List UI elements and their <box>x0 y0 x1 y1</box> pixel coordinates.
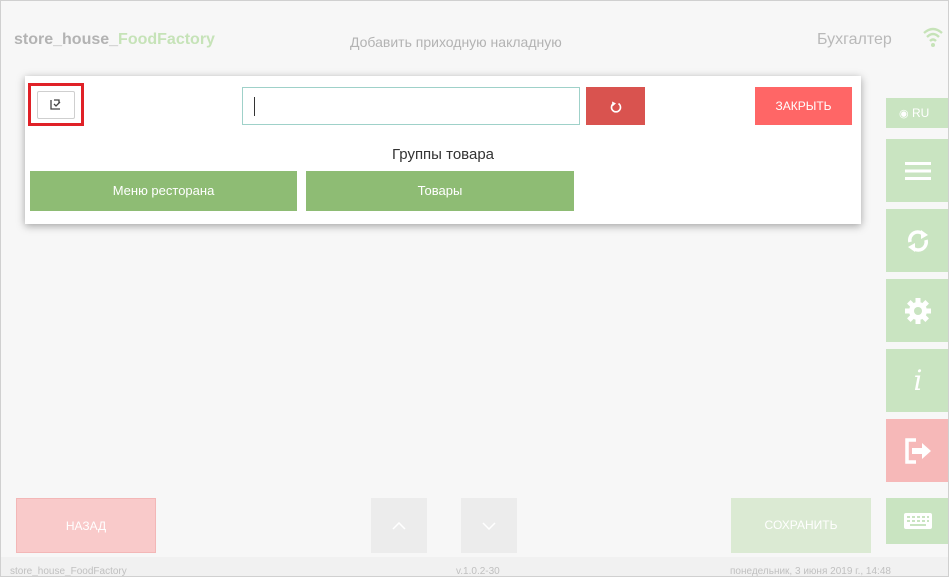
app-window: store_house_FoodFactory Добавить приходн… <box>0 0 949 577</box>
menu-button[interactable] <box>886 139 948 202</box>
multi-select-button[interactable] <box>37 91 75 119</box>
group-button-restaurant-menu[interactable]: Меню ресторана <box>30 171 297 211</box>
chevron-up-icon <box>392 521 406 530</box>
product-groups-dialog: ЗАКРЫТЬ Группы товара Меню ресторана Тов… <box>25 76 861 224</box>
page-title: Добавить приходную накладную <box>350 34 562 50</box>
close-button[interactable]: ЗАКРЫТЬ <box>755 87 852 125</box>
info-icon: i <box>913 364 923 397</box>
chevron-down-icon <box>482 521 496 530</box>
header: store_house_FoodFactory Добавить приходн… <box>1 1 948 71</box>
logout-button[interactable] <box>886 419 948 482</box>
wifi-icon <box>923 27 943 47</box>
status-footer: store_house_FoodFactory v.1.0.2-30 понед… <box>1 557 948 577</box>
scroll-down-button[interactable] <box>461 498 517 553</box>
language-label: RU <box>911 106 930 120</box>
reset-icon <box>610 101 621 113</box>
info-button[interactable]: i <box>886 349 948 412</box>
app-name-accent: FoodFactory <box>118 31 215 48</box>
checklist-icon <box>50 99 61 110</box>
groups-title: Группы товара <box>391 146 495 163</box>
text-cursor <box>254 97 255 116</box>
app-name-main: store_house_ <box>14 31 119 48</box>
footer-version: v.1.0.2-30 <box>456 566 500 577</box>
group-button-goods[interactable]: Товары <box>306 171 574 211</box>
sync-button[interactable] <box>886 209 948 272</box>
footer-app-name: store_house_FoodFactory <box>10 566 127 577</box>
scroll-up-button[interactable] <box>371 498 427 553</box>
gear-icon <box>905 297 931 324</box>
highlight-frame <box>28 83 84 126</box>
keyboard-icon <box>904 513 932 529</box>
app-title: store_house_FoodFactory <box>14 31 215 49</box>
user-name: Бухгалтер <box>817 31 892 48</box>
logout-icon <box>905 437 931 464</box>
footer-datetime: понедельник, 3 июня 2019 г., 14:48 <box>730 566 891 577</box>
hamburger-icon <box>905 161 931 180</box>
globe-icon: ◉ <box>899 108 909 120</box>
keyboard-button[interactable] <box>886 498 948 544</box>
search-input[interactable] <box>242 87 580 125</box>
back-button[interactable]: НАЗАД <box>16 498 156 553</box>
sync-icon <box>908 229 928 252</box>
language-button[interactable]: ◉ RU <box>886 98 948 128</box>
settings-button[interactable] <box>886 279 948 342</box>
reset-search-button[interactable] <box>586 87 645 125</box>
save-button[interactable]: СОХРАНИТЬ <box>731 498 871 553</box>
